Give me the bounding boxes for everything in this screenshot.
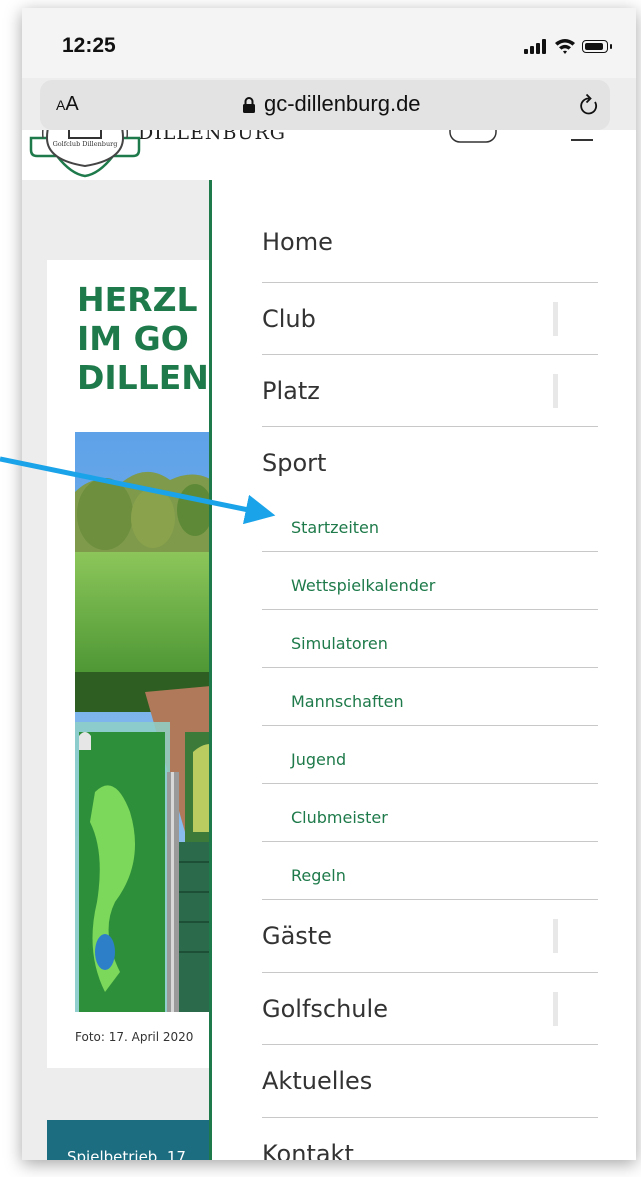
submenu-item-label: Clubmeister	[291, 808, 388, 827]
submenu-item-label: Simulatoren	[291, 634, 388, 653]
submenu-item-regeln[interactable]: Regeln	[262, 842, 598, 900]
battery-icon	[582, 40, 608, 53]
menu-item-label: Sport	[262, 449, 327, 477]
submenu-item-label: Jugend	[291, 750, 347, 769]
status-bar: 12:25	[22, 8, 636, 78]
header-search-icon[interactable]	[442, 130, 502, 150]
menu-item-gaeste[interactable]: Gäste	[262, 900, 598, 973]
menu-item-aktuelles[interactable]: Aktuelles	[262, 1045, 598, 1118]
expand-submenu-toggle[interactable]	[553, 919, 558, 953]
club-logo[interactable]: Golfclub Dillenburg	[27, 130, 143, 210]
menu-item-club[interactable]: Club	[262, 283, 598, 355]
website-content: DILLENBURG Golfclub Dillenburg HERZL IM …	[22, 130, 636, 1160]
battery-tip-icon	[610, 44, 612, 49]
menu-item-sport[interactable]: Sport	[262, 427, 598, 497]
url-text[interactable]: gc-dillenburg.de	[264, 91, 421, 117]
site-brand-text: DILLENBURG	[138, 130, 286, 144]
menu-item-label: Kontakt	[262, 1140, 354, 1160]
logo-text: Golfclub Dillenburg	[53, 140, 118, 148]
submenu-item-label: Wettspielkalender	[291, 576, 436, 595]
submenu-item-mannschaften[interactable]: Mannschaften	[262, 668, 598, 726]
expand-submenu-toggle[interactable]	[553, 992, 558, 1026]
expand-submenu-toggle[interactable]	[553, 302, 558, 336]
submenu-item-label: Startzeiten	[291, 518, 380, 537]
menu-item-label: Platz	[262, 377, 320, 405]
menu-item-golfschule[interactable]: Golfschule	[262, 973, 598, 1045]
submenu-item-jugend[interactable]: Jugend	[262, 726, 598, 784]
status-icons	[524, 38, 614, 56]
menu-item-label: Golfschule	[262, 995, 388, 1023]
news-bar-text: Spielbetrieb, 17	[67, 1148, 186, 1160]
submenu-item-startzeiten[interactable]: Startzeiten	[262, 497, 598, 552]
header-menu-icon[interactable]	[567, 130, 597, 150]
submenu-item-label: Regeln	[291, 866, 346, 885]
cellular-signal-icon	[524, 38, 548, 54]
status-time: 12:25	[62, 34, 116, 57]
submenu-item-clubmeister[interactable]: Clubmeister	[262, 784, 598, 842]
address-bar[interactable]: AA gc-dillenburg.de	[40, 80, 610, 130]
menu-item-home[interactable]: Home	[262, 188, 598, 283]
lock-icon	[243, 97, 255, 113]
photo-caption: Foto: 17. April 2020	[75, 1030, 194, 1044]
wifi-icon	[555, 39, 575, 54]
submenu-item-wettspielkalender[interactable]: Wettspielkalender	[262, 552, 598, 610]
menu-item-platz[interactable]: Platz	[262, 355, 598, 427]
menu-item-label: Home	[262, 228, 333, 256]
expand-submenu-toggle[interactable]	[553, 374, 558, 408]
menu-item-label: Gäste	[262, 922, 332, 950]
menu-item-label: Club	[262, 305, 316, 333]
menu-item-kontakt[interactable]: Kontakt	[262, 1118, 598, 1160]
phone-screen: 12:25 AA gc-dillenburg.de DILLENBURG Gol…	[22, 8, 636, 1160]
submenu-item-simulatoren[interactable]: Simulatoren	[262, 610, 598, 668]
reload-icon[interactable]	[578, 93, 600, 117]
submenu-item-label: Mannschaften	[291, 692, 404, 711]
menu-item-label: Aktuelles	[262, 1067, 373, 1095]
text-size-button[interactable]: AA	[56, 93, 79, 116]
